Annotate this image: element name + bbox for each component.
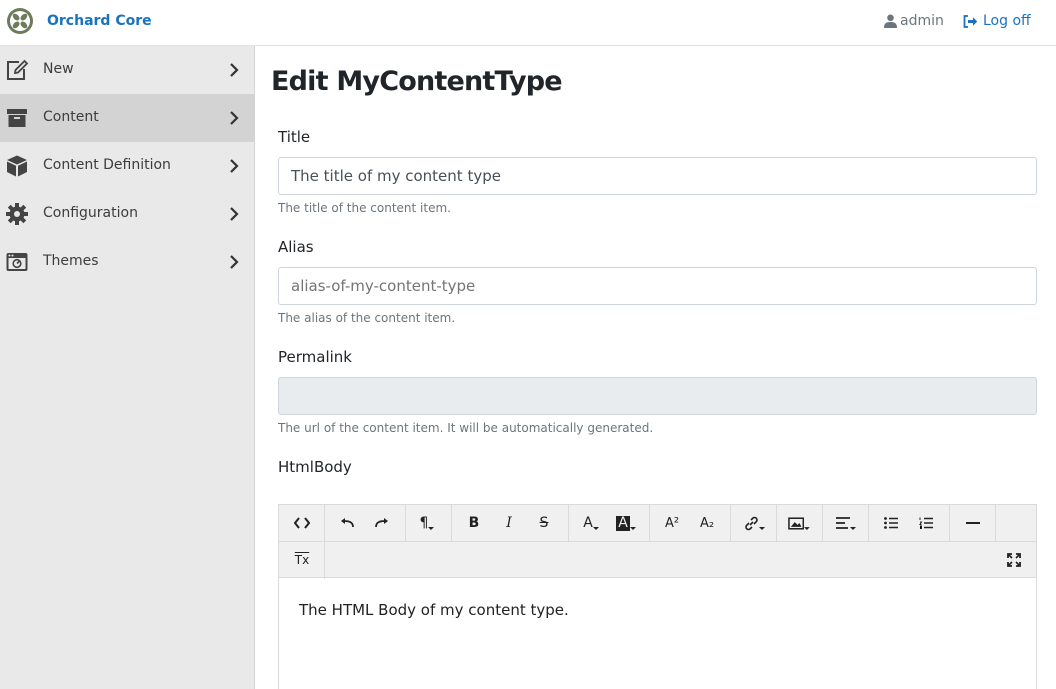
- code-icon: [294, 517, 310, 529]
- toolbar-group-code: [279, 505, 325, 541]
- strikethrough-button[interactable]: S: [533, 514, 555, 532]
- brand-name[interactable]: Orchard Core: [47, 13, 152, 29]
- page-title: Edit MyContentType: [271, 66, 563, 97]
- insert-image-button[interactable]: [788, 514, 810, 532]
- dropdown-caret-icon: [629, 527, 636, 530]
- ordered-list-button[interactable]: [915, 514, 937, 532]
- gear-icon: [6, 203, 28, 225]
- sidebar-item-themes[interactable]: Themes: [0, 238, 254, 286]
- unordered-list-button[interactable]: [880, 514, 902, 532]
- sidebar-item-label: Themes: [43, 253, 99, 269]
- permalink-input: [278, 377, 1037, 415]
- user-menu[interactable]: admin: [884, 13, 944, 29]
- italic-button[interactable]: I: [498, 514, 520, 532]
- top-navbar: Orchard Core admin Log off: [0, 0, 1056, 46]
- dropdown-caret-icon: [592, 527, 599, 530]
- toolbar-group-link: [731, 505, 777, 541]
- redo-icon: [375, 518, 388, 528]
- logoff-label: Log off: [983, 13, 1031, 29]
- chevron-right-icon: [230, 207, 239, 221]
- theme-icon: [6, 253, 28, 271]
- undo-icon: [341, 518, 354, 528]
- main-content: Edit MyContentType Title The title of th…: [256, 46, 1056, 689]
- archive-icon: [7, 109, 27, 127]
- toolbar-group-clear: Tx: [279, 542, 325, 579]
- code-view-button[interactable]: [291, 514, 313, 532]
- alias-input[interactable]: [278, 267, 1037, 305]
- sidebar-item-label: Content: [43, 109, 99, 125]
- fullscreen-button[interactable]: [1003, 551, 1025, 569]
- title-hint: The title of the content item.: [278, 201, 451, 215]
- sign-out-icon: [963, 14, 978, 28]
- sidebar: New Content Content Definition Configura…: [0, 46, 255, 689]
- dropdown-caret-icon: [804, 527, 810, 530]
- align-left-icon: [836, 517, 850, 529]
- bold-button[interactable]: B: [463, 514, 485, 532]
- sidebar-item-content[interactable]: Content: [0, 94, 254, 142]
- numbered-list-icon: [919, 517, 933, 529]
- clear-format-icon: Tx: [294, 553, 310, 567]
- bullet-list-icon: [884, 517, 898, 529]
- html-editor: ¶ B I S A A A² A₂ Tx The HTML Body of my…: [278, 504, 1037, 689]
- align-button[interactable]: [835, 514, 857, 532]
- sidebar-item-content-definition[interactable]: Content Definition: [0, 142, 254, 190]
- link-icon: [744, 516, 758, 530]
- editor-toolbar: ¶ B I S A A A² A₂ Tx: [279, 505, 1036, 579]
- sidebar-item-label: New: [43, 61, 74, 77]
- toolbar-group-paragraph: ¶: [406, 505, 452, 541]
- dropdown-caret-icon: [758, 527, 765, 530]
- toolbar-group-list: [869, 505, 950, 541]
- paragraph-icon: ¶: [419, 515, 429, 531]
- chevron-right-icon: [230, 255, 239, 269]
- title-input[interactable]: [278, 157, 1037, 195]
- toolbar-group-image: [777, 505, 823, 541]
- image-icon: [788, 516, 805, 530]
- htmlbody-label: HtmlBody: [278, 458, 352, 476]
- toolbar-group-hr: [950, 505, 996, 541]
- toolbar-row-2: Tx: [279, 541, 1036, 579]
- horizontal-rule-icon: [966, 522, 980, 524]
- toolbar-group-color: A A: [569, 505, 650, 541]
- logoff-link[interactable]: Log off: [963, 13, 1031, 29]
- permalink-label: Permalink: [278, 348, 352, 366]
- font-color-icon: A: [583, 515, 593, 531]
- edit-icon: [7, 59, 29, 80]
- background-color-button[interactable]: A: [615, 514, 637, 532]
- subscript-button[interactable]: A₂: [696, 514, 718, 532]
- background-color-icon: A: [616, 514, 630, 531]
- clear-format-button[interactable]: Tx: [291, 551, 313, 569]
- chevron-right-icon: [230, 159, 239, 173]
- user-name: admin: [900, 13, 944, 29]
- alias-hint: The alias of the content item.: [278, 311, 456, 325]
- font-color-button[interactable]: A: [580, 514, 602, 532]
- redo-button[interactable]: [371, 514, 393, 532]
- undo-button[interactable]: [336, 514, 358, 532]
- superscript-button[interactable]: A²: [661, 514, 683, 532]
- toolbar-group-script: A² A₂: [650, 505, 731, 541]
- chevron-right-icon: [230, 111, 239, 125]
- insert-link-button[interactable]: [743, 514, 765, 532]
- editor-content[interactable]: The HTML Body of my content type.: [299, 601, 569, 619]
- horizontal-rule-button[interactable]: [962, 514, 984, 532]
- sidebar-item-configuration[interactable]: Configuration: [0, 190, 254, 238]
- chevron-right-icon: [230, 63, 239, 77]
- toolbar-group-align: [823, 505, 869, 541]
- dropdown-caret-icon: [428, 527, 435, 530]
- paragraph-format-button[interactable]: ¶: [416, 514, 438, 532]
- alias-label: Alias: [278, 238, 314, 256]
- title-label: Title: [278, 128, 311, 146]
- orchard-logo-icon[interactable]: [6, 7, 34, 35]
- dropdown-caret-icon: [850, 527, 856, 530]
- user-icon: [884, 14, 897, 28]
- toolbar-group-history: [325, 505, 406, 541]
- sidebar-item-label: Configuration: [43, 205, 138, 221]
- sidebar-item-new[interactable]: New: [0, 46, 254, 94]
- permalink-hint: The url of the content item. It will be …: [278, 421, 654, 435]
- fullscreen-icon: [1007, 553, 1021, 567]
- cube-icon: [7, 155, 27, 177]
- sidebar-item-label: Content Definition: [43, 157, 171, 173]
- toolbar-group-style: B I S: [452, 505, 569, 541]
